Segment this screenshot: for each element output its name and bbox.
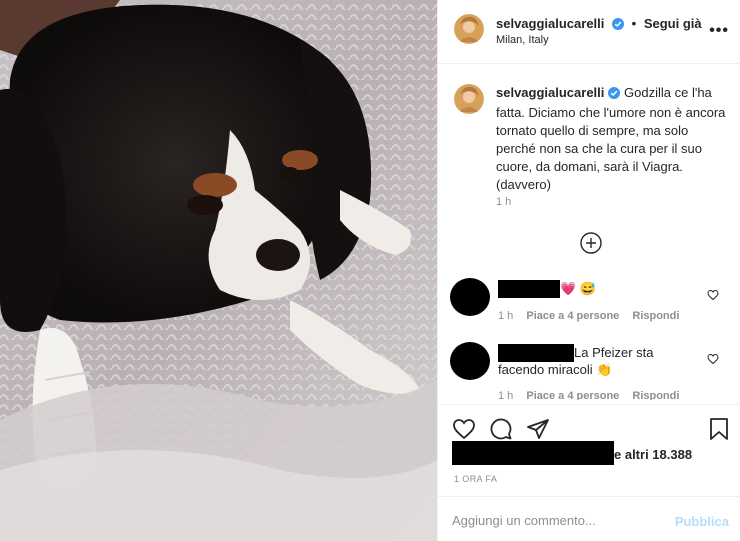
reply-button[interactable]: Rispondi bbox=[632, 310, 679, 322]
comment-meta: 1 h Piace a 4 persone Rispondi bbox=[498, 390, 689, 400]
avatar[interactable] bbox=[454, 14, 484, 44]
verified-badge-icon bbox=[612, 18, 625, 33]
following-button[interactable]: Segui già bbox=[644, 16, 702, 31]
comment-meta: 1 h Piace a 4 persone Rispondi bbox=[498, 310, 689, 322]
caption-username[interactable]: selvaggialucarelli bbox=[496, 85, 604, 100]
avatar[interactable] bbox=[454, 84, 484, 114]
comment-time[interactable]: 1 h bbox=[498, 390, 513, 400]
caption-time[interactable]: 1 h bbox=[496, 196, 511, 208]
add-comment-bar: Pubblica bbox=[438, 496, 740, 541]
comment-text-line1: La Pfeizer sta bbox=[574, 345, 654, 360]
redacted-username bbox=[498, 280, 560, 298]
separator-dot: • bbox=[631, 16, 637, 31]
redacted-avatar bbox=[450, 278, 490, 316]
caption-text: selvaggialucarelli Godzilla ce l'ha fatt… bbox=[496, 84, 726, 194]
caption-block: selvaggialucarelli Godzilla ce l'ha fatt… bbox=[438, 64, 740, 279]
comment-text-line2: facendo miracoli 👏 bbox=[498, 362, 613, 377]
comment-likes[interactable]: Piace a 4 persone bbox=[526, 310, 619, 322]
location-link[interactable]: Milan, Italy bbox=[496, 34, 549, 46]
heart-icon[interactable] bbox=[707, 288, 719, 306]
comment-likes[interactable]: Piace a 4 persone bbox=[526, 390, 619, 400]
post-timestamp[interactable]: 1 ORA FA bbox=[454, 474, 497, 484]
comment-input[interactable] bbox=[452, 513, 652, 528]
redacted-avatar bbox=[450, 342, 490, 380]
verified-badge-icon bbox=[608, 86, 621, 104]
reply-button[interactable]: Rispondi bbox=[632, 390, 679, 400]
redacted-username bbox=[498, 344, 574, 362]
heart-icon[interactable] bbox=[707, 352, 719, 370]
plus-circle-icon[interactable] bbox=[580, 232, 602, 254]
post-photo[interactable] bbox=[0, 0, 437, 541]
post-header: selvaggialucarelli • Segui già Milan, It… bbox=[438, 0, 740, 64]
bookmark-icon[interactable] bbox=[708, 417, 730, 446]
header-user-line: selvaggialucarelli • Segui già bbox=[496, 16, 702, 33]
likes-count[interactable]: e altri 18.388 bbox=[614, 447, 692, 462]
comment-text: 💗 😅 bbox=[560, 281, 596, 296]
redacted-liker bbox=[452, 441, 614, 465]
header-username[interactable]: selvaggialucarelli bbox=[496, 16, 604, 31]
more-options-icon[interactable]: ••• bbox=[709, 22, 729, 40]
dog-photo-image bbox=[0, 0, 437, 541]
publish-button[interactable]: Pubblica bbox=[675, 514, 729, 529]
post-side-panel: selvaggialucarelli • Segui già Milan, It… bbox=[437, 0, 740, 541]
comment-time[interactable]: 1 h bbox=[498, 310, 513, 322]
